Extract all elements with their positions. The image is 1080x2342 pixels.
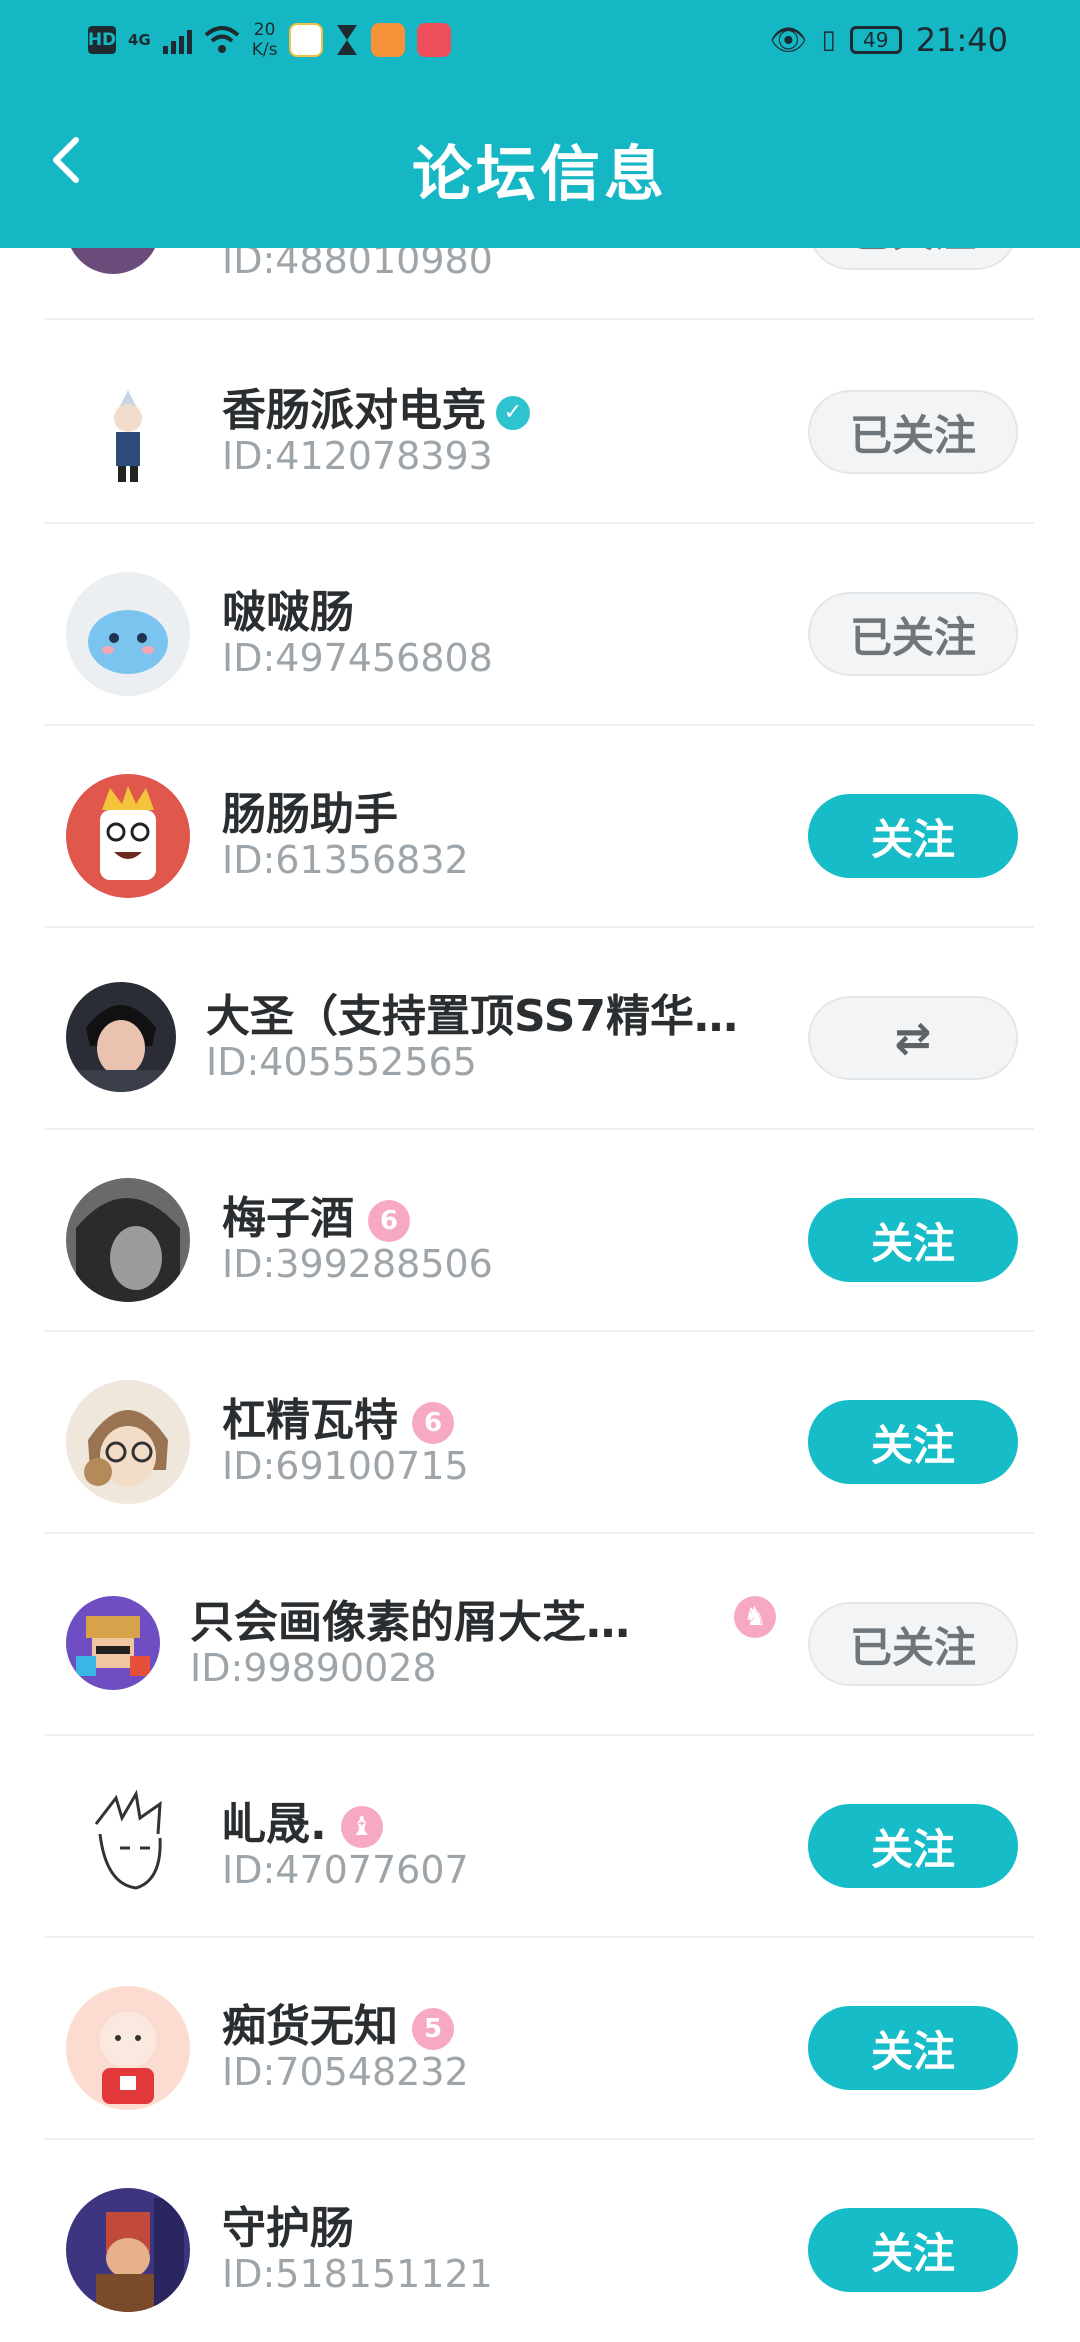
user-name: 肠肠助手 bbox=[222, 789, 398, 840]
mutual-follow-button[interactable]: ⇄ bbox=[808, 996, 1018, 1080]
avatar[interactable] bbox=[66, 1178, 190, 1302]
level-badge-icon: ♞ bbox=[734, 1596, 776, 1638]
verified-icon: ✓ bbox=[496, 396, 530, 430]
user-id: ID:497456808 bbox=[222, 636, 493, 680]
user-name: 杠精瓦特 6 bbox=[222, 1384, 454, 1448]
app-notification-icon bbox=[289, 23, 324, 57]
avatar[interactable] bbox=[66, 1784, 190, 1908]
follow-button[interactable]: 关注 bbox=[808, 2208, 1018, 2292]
user-id: ID:47077607 bbox=[222, 1848, 469, 1892]
vibrate-icon: ▯ bbox=[821, 25, 836, 55]
user-id: ID:69100715 bbox=[222, 1444, 469, 1488]
avatar[interactable] bbox=[66, 982, 176, 1092]
followed-button[interactable]: 已关注 bbox=[808, 1602, 1018, 1686]
level-badge-icon: 6 bbox=[412, 1402, 454, 1444]
battery-icon: 49 bbox=[849, 26, 902, 54]
avatar[interactable] bbox=[66, 572, 190, 696]
user-id: ID:405552565 bbox=[206, 1040, 477, 1084]
list-item[interactable]: 只会画像素的屑大芝… ♞ ID:99890028 已关注 bbox=[44, 1534, 1034, 1736]
level-badge-icon: ♝ bbox=[340, 1806, 383, 1848]
user-name: 守护肠 bbox=[222, 2203, 354, 2254]
followed-button[interactable]: 已关注 bbox=[808, 390, 1018, 474]
followed-button[interactable]: 已关注 bbox=[808, 592, 1018, 676]
hd-icon: HD bbox=[88, 26, 116, 54]
list-item[interactable]: 守护肠 ID:518151121 关注 bbox=[44, 2140, 1034, 2342]
level-badge-icon: 6 bbox=[368, 1200, 410, 1242]
clock: 21:40 bbox=[915, 21, 1008, 59]
wifi-icon bbox=[204, 26, 240, 53]
follow-button[interactable]: 关注 bbox=[808, 794, 1018, 878]
user-id: ID:399288506 bbox=[222, 1242, 493, 1286]
huawei-store-icon bbox=[417, 23, 452, 57]
user-list: ID:488010980 已关注 香肠派对电竞✓ ID:412078393 已关… bbox=[0, 0, 1080, 2340]
list-item[interactable]: 痴货无知 5 ID:70548232 关注 bbox=[44, 1938, 1034, 2140]
network-speed: 20 K/s bbox=[251, 20, 278, 60]
user-name: 啵啵肠 bbox=[222, 587, 354, 638]
avatar[interactable] bbox=[66, 1986, 190, 2110]
avatar[interactable] bbox=[66, 1380, 190, 1504]
list-item[interactable]: 肠肠助手 ID:61356832 关注 bbox=[44, 726, 1034, 928]
user-name: 痴货无知 5 bbox=[222, 1990, 454, 2054]
user-name: 香肠派对电竞 ✓ bbox=[222, 374, 530, 438]
user-id: ID:412078393 bbox=[222, 434, 493, 478]
app-header: HD 4G 20 K/s 👁 ▯ 49 21:40 论坛信息 bbox=[0, 0, 1080, 248]
list-item[interactable]: 杠精瓦特 6 ID:69100715 关注 bbox=[44, 1332, 1034, 1534]
network-type: 4G bbox=[128, 30, 151, 49]
avatar[interactable] bbox=[66, 370, 190, 494]
level-badge-icon: 5 bbox=[412, 2008, 454, 2050]
avatar[interactable] bbox=[66, 1596, 160, 1690]
list-item[interactable]: 乢晟. ♝ ID:47077607 关注 bbox=[44, 1736, 1034, 1938]
avatar[interactable] bbox=[66, 774, 190, 898]
status-bar: HD 4G 20 K/s 👁 ▯ 49 21:40 bbox=[0, 0, 1080, 80]
follow-button[interactable]: 关注 bbox=[808, 1198, 1018, 1282]
user-name: 乢晟. ♝ bbox=[222, 1788, 383, 1852]
page-title: 论坛信息 bbox=[412, 140, 668, 210]
list-item[interactable]: 梅子酒 6 ID:399288506 关注 bbox=[44, 1130, 1034, 1332]
user-id: ID:99890028 bbox=[190, 1646, 437, 1690]
hourglass-icon bbox=[337, 25, 358, 55]
follow-button[interactable]: 关注 bbox=[808, 2006, 1018, 2090]
user-id: ID:61356832 bbox=[222, 838, 469, 882]
signal-icon bbox=[162, 26, 192, 54]
follow-button[interactable]: 关注 bbox=[808, 1804, 1018, 1888]
list-item[interactable]: 大圣（支持置顶SS7精华… ID:405552565 ⇄ bbox=[44, 928, 1034, 1130]
avatar[interactable] bbox=[66, 2188, 190, 2312]
user-id: ID:518151121 bbox=[222, 2252, 493, 2296]
video-app-icon bbox=[371, 23, 406, 57]
user-name: 大圣（支持置顶SS7精华… bbox=[206, 991, 739, 1042]
user-name: 梅子酒 6 bbox=[222, 1182, 410, 1246]
follow-button[interactable]: 关注 bbox=[808, 1400, 1018, 1484]
list-item[interactable]: 香肠派对电竞 ✓ ID:412078393 已关注 bbox=[44, 322, 1034, 524]
user-name: 只会画像素的屑大芝… bbox=[190, 1597, 630, 1648]
eye-icon: 👁 bbox=[769, 22, 808, 58]
user-id: ID:70548232 bbox=[222, 2050, 469, 2094]
list-item[interactable]: 啵啵肠 ID:497456808 已关注 bbox=[44, 524, 1034, 726]
swap-arrows-icon: ⇄ bbox=[894, 1012, 932, 1064]
